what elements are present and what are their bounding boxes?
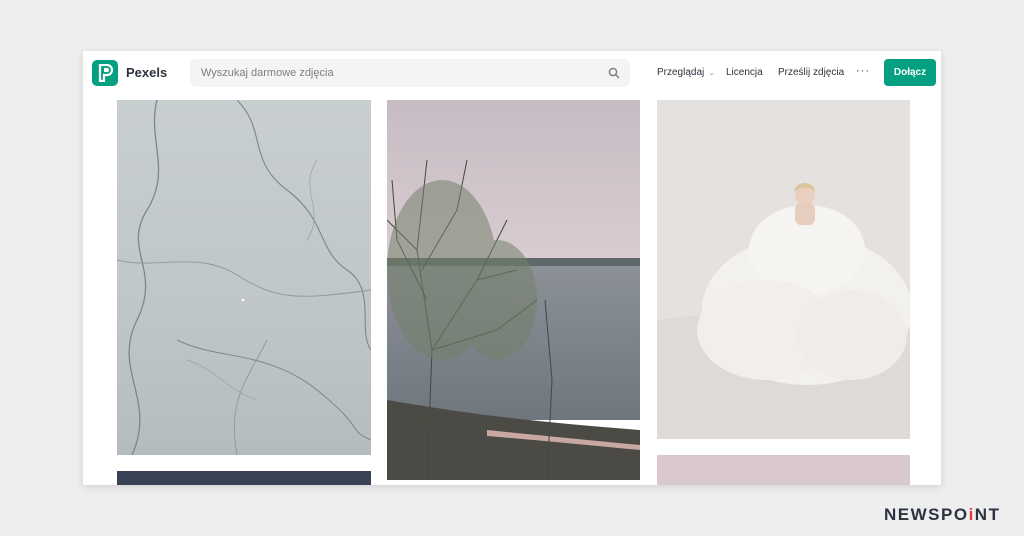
chevron-down-icon: ⌄ (708, 68, 715, 77)
nav-browse[interactable]: Przeglądaj ⌄ (657, 67, 715, 78)
photo-tidal-flat[interactable] (117, 100, 371, 455)
brand-name[interactable]: Pexels (126, 65, 167, 80)
join-button[interactable]: Dołącz (884, 59, 936, 86)
photo-white-dress[interactable] (657, 100, 910, 439)
photo-dark-building[interactable] (117, 471, 371, 485)
photo-pink-next[interactable] (657, 455, 910, 485)
pexels-logo[interactable] (92, 60, 118, 86)
more-icon[interactable]: ··· (856, 65, 870, 77)
search-icon[interactable] (608, 67, 620, 79)
photo-river-tree[interactable] (387, 100, 640, 480)
nav-upload[interactable]: Prześlij zdjęcia (778, 67, 844, 78)
photo-white-dress-image (657, 100, 910, 439)
nav-license[interactable]: Licencja (726, 67, 763, 78)
photo-river-tree-image (387, 100, 640, 480)
search-input[interactable]: Wyszukaj darmowe zdjęcia (190, 59, 630, 87)
newspoint-logo-part1: NEWSPO (884, 505, 969, 524)
newspoint-logo: NEWSPOiNT (884, 505, 1000, 525)
photo-tidal-flat-image (117, 100, 371, 455)
site-header: Pexels Wyszukaj darmowe zdjęcia Przegląd… (83, 51, 941, 95)
nav-browse-label: Przeglądaj (657, 67, 705, 78)
browser-window: Pexels Wyszukaj darmowe zdjęcia Przegląd… (83, 51, 941, 485)
newspoint-logo-part2: NT (974, 505, 1001, 524)
search-placeholder: Wyszukaj darmowe zdjęcia (201, 67, 334, 79)
pexels-logo-icon (98, 64, 113, 82)
